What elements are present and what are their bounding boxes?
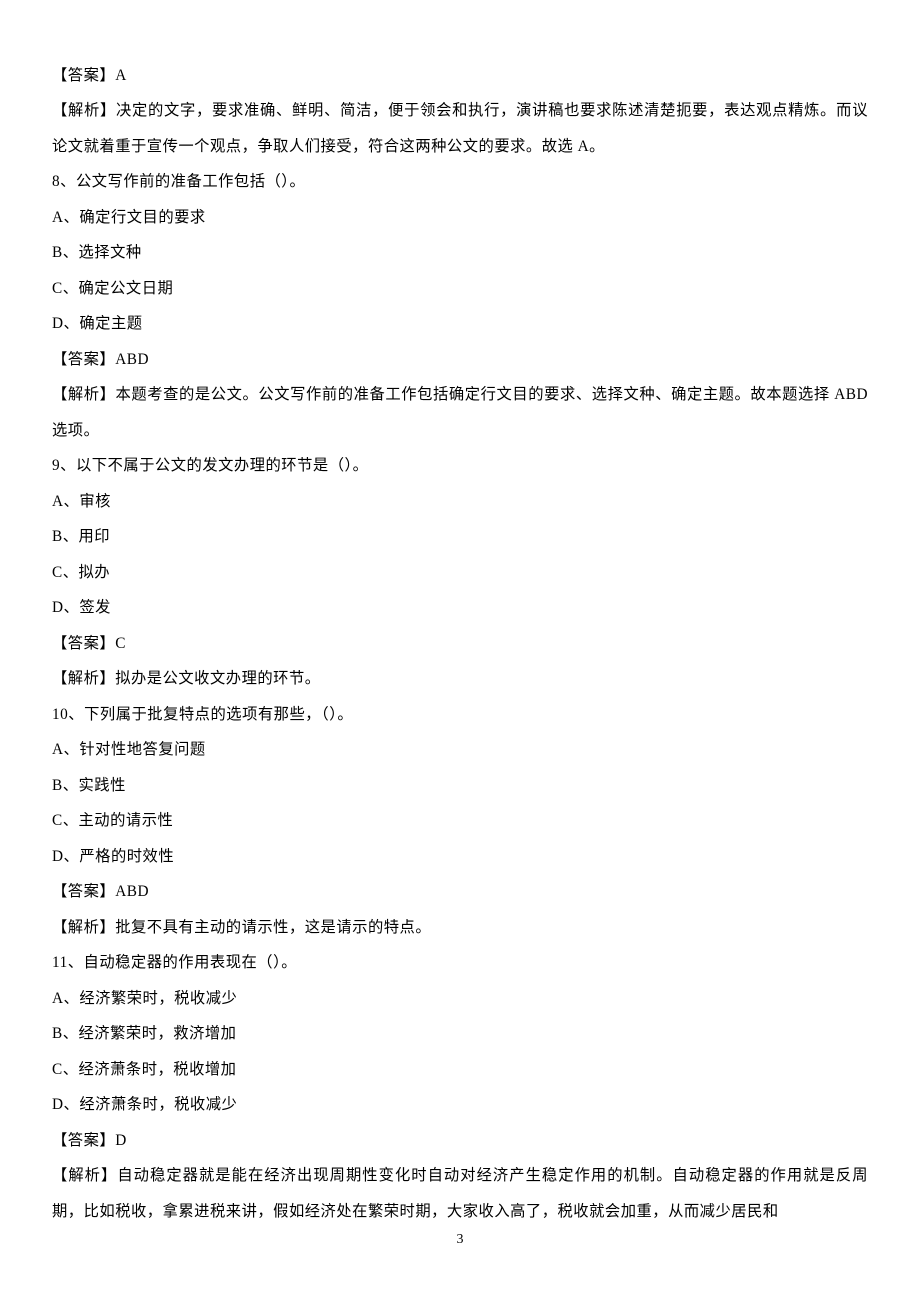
option-d: D、严格的时效性 <box>52 839 868 874</box>
question-text: 9、以下不属于公文的发文办理的环节是（）。 <box>52 448 868 483</box>
answer-label: 【答案】ABD <box>52 342 868 377</box>
answer-label: 【答案】A <box>52 58 868 93</box>
option-a: A、审核 <box>52 484 868 519</box>
option-c: C、拟办 <box>52 555 868 590</box>
answer-label: 【答案】ABD <box>52 874 868 909</box>
question-text: 8、公文写作前的准备工作包括（）。 <box>52 164 868 199</box>
explanation-text: 【解析】决定的文字，要求准确、鲜明、简洁，便于领会和执行，演讲稿也要求陈述清楚扼… <box>52 93 868 164</box>
answer-label: 【答案】D <box>52 1123 868 1158</box>
document-page: 【答案】A 【解析】决定的文字，要求准确、鲜明、简洁，便于领会和执行，演讲稿也要… <box>0 0 920 1302</box>
explanation-text: 【解析】批复不具有主动的请示性，这是请示的特点。 <box>52 910 868 945</box>
option-a: A、针对性地答复问题 <box>52 732 868 767</box>
option-b: B、用印 <box>52 519 868 554</box>
option-b: B、实践性 <box>52 768 868 803</box>
option-c: C、确定公文日期 <box>52 271 868 306</box>
question-text: 10、下列属于批复特点的选项有那些，（）。 <box>52 697 868 732</box>
option-b: B、经济繁荣时，救济增加 <box>52 1016 868 1051</box>
explanation-text: 【解析】本题考查的是公文。公文写作前的准备工作包括确定行文目的要求、选择文种、确… <box>52 377 868 448</box>
option-d: D、签发 <box>52 590 868 625</box>
option-a: A、确定行文目的要求 <box>52 200 868 235</box>
option-c: C、经济萧条时，税收增加 <box>52 1052 868 1087</box>
answer-label: 【答案】C <box>52 626 868 661</box>
page-number: 3 <box>0 1224 920 1256</box>
option-d: D、确定主题 <box>52 306 868 341</box>
option-d: D、经济萧条时，税收减少 <box>52 1087 868 1122</box>
option-c: C、主动的请示性 <box>52 803 868 838</box>
option-b: B、选择文种 <box>52 235 868 270</box>
explanation-text: 【解析】拟办是公文收文办理的环节。 <box>52 661 868 696</box>
explanation-text: 【解析】自动稳定器就是能在经济出现周期性变化时自动对经济产生稳定作用的机制。自动… <box>52 1158 868 1229</box>
option-a: A、经济繁荣时，税收减少 <box>52 981 868 1016</box>
question-text: 11、自动稳定器的作用表现在（）。 <box>52 945 868 980</box>
